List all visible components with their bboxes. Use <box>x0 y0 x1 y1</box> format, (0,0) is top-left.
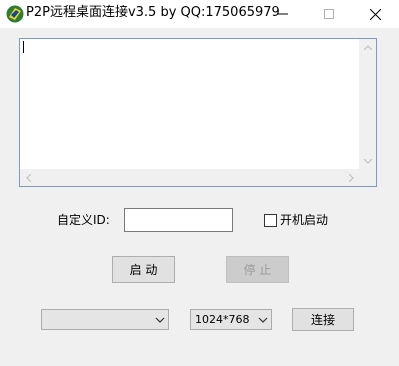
scroll-down-button[interactable] <box>359 153 376 170</box>
chevron-down-icon <box>258 317 268 323</box>
custom-id-input[interactable] <box>124 208 233 232</box>
autostart-checkbox-group[interactable]: 开机启动 <box>264 212 328 228</box>
custom-id-label: 自定义ID: <box>57 213 110 227</box>
resolution-select-value: 1024*768 <box>195 313 250 326</box>
close-icon <box>369 8 381 20</box>
maximize-icon <box>324 9 334 19</box>
connect-button[interactable]: 连接 <box>292 308 354 331</box>
text-caret <box>23 41 24 53</box>
minimize-icon <box>278 13 288 15</box>
autostart-checkbox[interactable] <box>264 213 277 227</box>
chevron-right-icon <box>349 173 354 182</box>
app-logo-icon <box>6 5 24 23</box>
chevron-down-icon <box>363 159 372 164</box>
chevron-left-icon <box>26 173 31 182</box>
autostart-label: 开机启动 <box>280 213 329 227</box>
maximize-button[interactable] <box>306 0 352 28</box>
window-title: P2P远程桌面连接v3.5 by QQ:175065979 <box>26 5 280 20</box>
scroll-up-button[interactable] <box>359 39 376 56</box>
peer-select[interactable] <box>41 309 169 330</box>
scroll-right-button[interactable] <box>343 169 360 186</box>
app-window: P2P远程桌面连接v3.5 by QQ:175065979 自定义ID: 开机启… <box>0 0 399 366</box>
horizontal-scrollbar[interactable] <box>20 169 360 186</box>
chevron-up-icon <box>363 45 372 50</box>
chevron-down-icon <box>155 317 165 323</box>
resolution-select[interactable]: 1024*768 <box>190 309 272 330</box>
minimize-button[interactable] <box>260 0 306 28</box>
start-button[interactable]: 启 动 <box>112 256 175 283</box>
close-button[interactable] <box>352 0 398 28</box>
title-bar[interactable]: P2P远程桌面连接v3.5 by QQ:175065979 <box>0 0 399 28</box>
scroll-left-button[interactable] <box>20 169 37 186</box>
log-textarea[interactable] <box>19 38 377 187</box>
stop-button[interactable]: 停 止 <box>226 256 289 283</box>
scroll-corner <box>359 169 376 186</box>
vertical-scrollbar[interactable] <box>359 39 376 170</box>
